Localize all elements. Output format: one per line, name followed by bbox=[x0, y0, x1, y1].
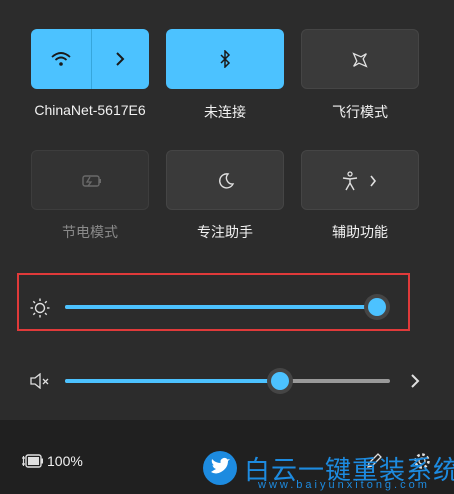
brightness-slider-fill bbox=[65, 305, 377, 309]
watermark-url: www.baiyunxitong.com bbox=[258, 479, 430, 491]
brightness-slider-thumb[interactable] bbox=[367, 298, 386, 316]
brightness-highlight-box bbox=[17, 273, 410, 331]
mute-icon bbox=[30, 373, 49, 389]
wifi-icon bbox=[51, 52, 71, 66]
wifi-tile-divider bbox=[91, 29, 92, 89]
focus-assist-tile[interactable] bbox=[166, 150, 284, 210]
battery-percent: 100% bbox=[47, 453, 83, 469]
battery-saver-label: 节电模式 bbox=[62, 224, 118, 240]
airplane-mode-tile[interactable] bbox=[301, 29, 419, 89]
quick-settings-panel: ChinaNet-5617E6 未连接 飞行模式 节电模式 专注助手 辅助功能 … bbox=[0, 0, 454, 494]
volume-slider-track[interactable] bbox=[65, 379, 390, 383]
accessibility-label: 辅助功能 bbox=[332, 224, 388, 240]
bluetooth-label: 未连接 bbox=[204, 104, 246, 120]
chevron-right-icon[interactable] bbox=[369, 174, 377, 188]
airplane-mode-label: 飞行模式 bbox=[332, 104, 388, 120]
airplane-icon bbox=[352, 52, 368, 68]
watermark: 白云一键重装系统 www.baiyunxitong.com bbox=[200, 448, 454, 494]
bluetooth-tile[interactable] bbox=[166, 29, 284, 89]
battery-icon[interactable] bbox=[22, 454, 44, 468]
accessibility-icon bbox=[342, 171, 358, 191]
accessibility-tile[interactable] bbox=[301, 150, 419, 210]
chevron-right-icon[interactable] bbox=[115, 51, 125, 67]
battery-saver-tile[interactable] bbox=[31, 150, 149, 210]
audio-output-chevron-icon[interactable] bbox=[410, 373, 420, 389]
focus-assist-label: 专注助手 bbox=[197, 224, 253, 240]
volume-slider-thumb[interactable] bbox=[270, 372, 289, 390]
wifi-label: ChinaNet-5617E6 bbox=[34, 102, 146, 118]
volume-slider-fill bbox=[65, 379, 280, 383]
moon-icon bbox=[219, 173, 235, 189]
twitter-bird-icon bbox=[203, 451, 237, 485]
battery-saver-icon bbox=[82, 175, 101, 187]
brightness-slider-track[interactable] bbox=[65, 305, 383, 309]
brightness-icon bbox=[30, 298, 50, 318]
bluetooth-icon bbox=[220, 50, 231, 68]
wifi-tile[interactable] bbox=[31, 29, 149, 89]
